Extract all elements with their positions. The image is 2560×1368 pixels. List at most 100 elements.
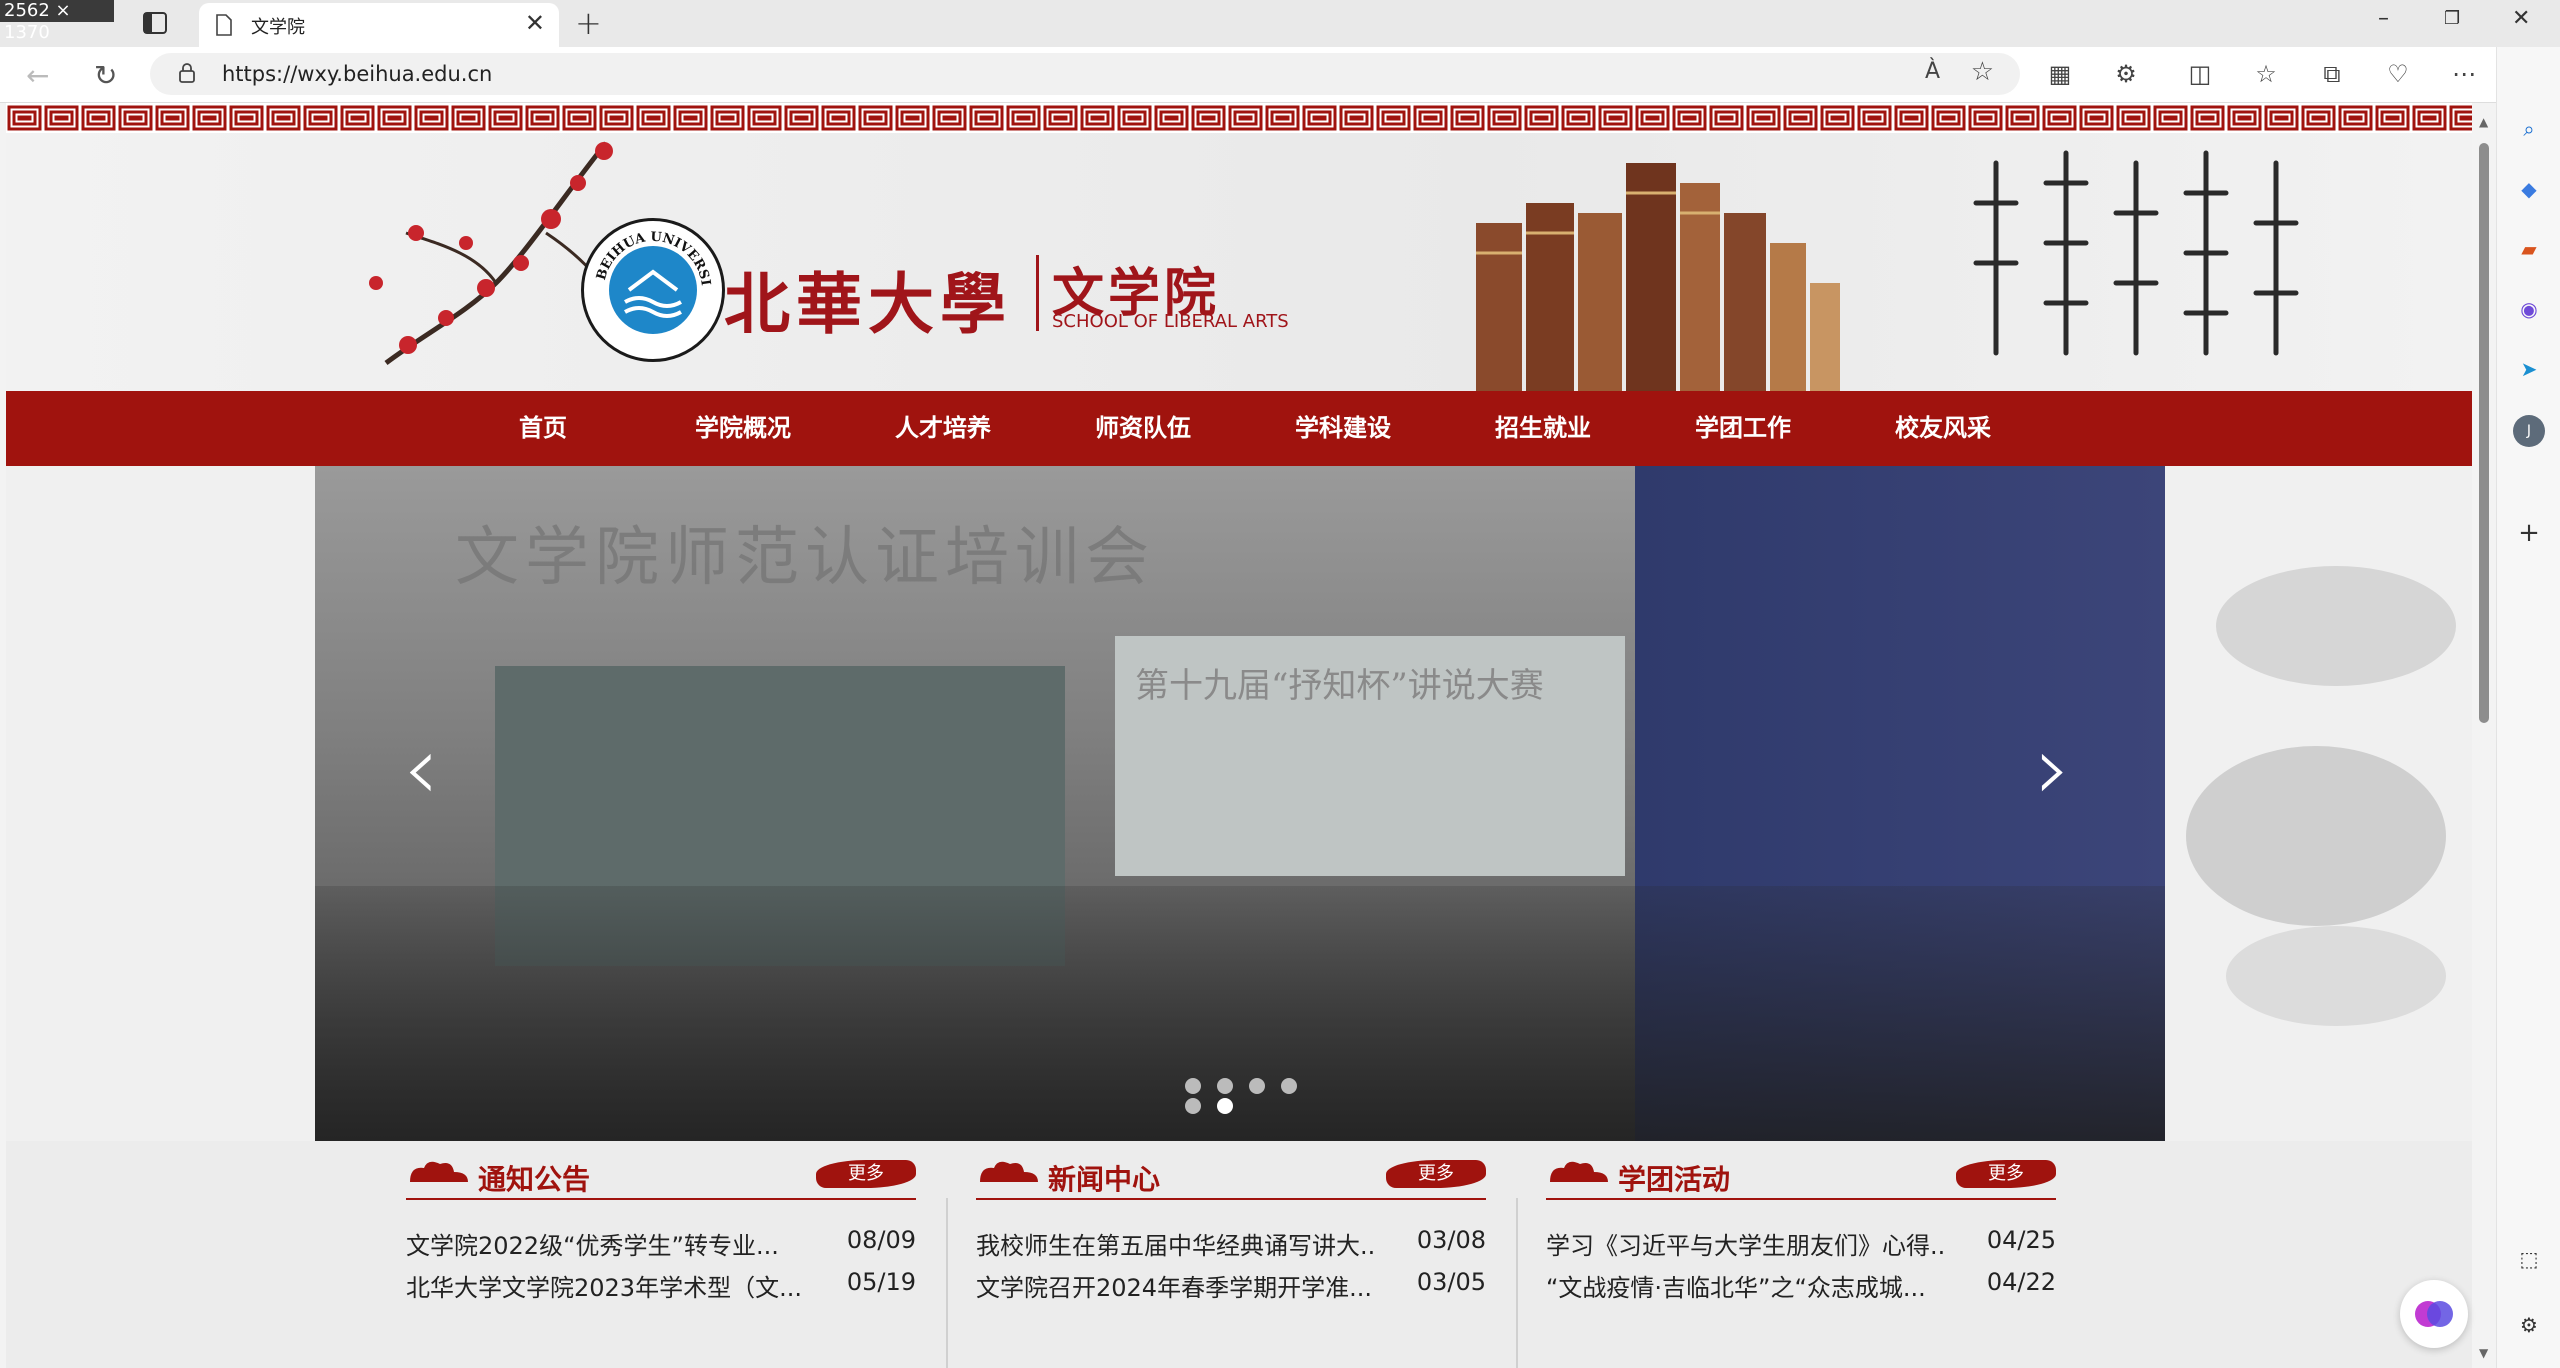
tab-actions-icon[interactable] [140,8,172,40]
news-date: 04/25 [1986,1226,2056,1254]
carousel-dot[interactable] [1217,1078,1233,1094]
section-activities: 学团活动 更多 学习《习近平与大学生朋友们》心得... 04/25 “文战疫情·吉… [1546,1148,2056,1368]
carousel-dot[interactable] [1185,1098,1201,1114]
tab-strip: 文学院 ✕ + – ❐ ✕ [0,0,2560,47]
section-header: 新闻中心 更多 [976,1148,1486,1200]
send-icon[interactable]: ➤ [2513,353,2545,385]
more-icon[interactable]: ⋯ [2450,60,2478,88]
reading-view-icon[interactable]: ▦ [2046,60,2074,88]
carousel-dot[interactable] [1249,1078,1265,1094]
section-header: 通知公告 更多 [406,1148,916,1200]
news-item[interactable]: 文学院召开2024年春季学期开学准... 03/05 [976,1268,1486,1308]
new-tab-button[interactable]: + [575,4,602,42]
section-news: 新闻中心 更多 我校师生在第五届中华经典诵写讲大... 03/08 文学院召开20… [976,1148,1486,1368]
collections-icon[interactable]: ⧉ [2318,60,2346,88]
scroll-up-arrow[interactable]: ▲ [2479,115,2488,129]
nav-item-student-work[interactable]: 学团工作 [1663,391,1823,466]
nav-item-alumni[interactable]: 校友风采 [1863,391,2023,466]
nav-item-about[interactable]: 学院概况 [663,391,823,466]
minimize-button[interactable]: – [2378,6,2389,31]
performance-icon[interactable]: ♡ [2384,60,2412,88]
office-icon[interactable]: ◉ [2513,293,2545,325]
favorites-icon[interactable]: ☆ [2252,60,2280,88]
main-navigation: 首页 学院概况 人才培养 师资队伍 学科建设 招生就业 学团工作 校友风采 [6,391,2472,466]
carousel-prev-arrow[interactable]: ‹ [403,716,439,821]
screen-text: 第十九届“抒知杯”讲说大赛 [1135,666,1544,706]
browser-toolbar: ← ↻ https://wxy.beihua.edu.cn À ☆ ▦ ⚙ ◫… [0,47,2560,103]
more-button[interactable]: 更多 [1956,1160,2056,1188]
image-carousel: 第十九届“抒知杯”讲说大赛 文学院师范认证培训会 ‹ › [6,466,2472,1141]
back-icon[interactable]: ← [26,59,49,92]
university-logo: BEIHUA UNIVERSITY [581,218,725,362]
tools-icon[interactable]: ▰ [2513,233,2545,265]
news-item[interactable]: 学习《习近平与大学生朋友们》心得... 04/25 [1546,1226,2056,1266]
browser-tab[interactable]: 文学院 ✕ [199,3,559,47]
projection-screen: 第十九届“抒知杯”讲说大赛 [1115,636,1625,876]
nav-item-education[interactable]: 人才培养 [863,391,1023,466]
browser-sidebar: ⌕ ◆ ▰ ◉ ➤ J + ⬚ ⚙ [2496,47,2560,1368]
cloud-ornament-icon [980,1161,1038,1182]
settings-icon[interactable]: ⚙ [2513,1309,2545,1341]
news-item[interactable]: 我校师生在第五届中华经典诵写讲大... 03/08 [976,1226,1486,1266]
title-divider [1036,255,1039,331]
news-title[interactable]: 文学院2022级“优秀学生”转专业... [406,1226,806,1261]
copilot-assistant-button[interactable] [2400,1280,2468,1348]
news-date: 08/09 [846,1226,916,1254]
news-title[interactable]: 我校师生在第五届中华经典诵写讲大... [976,1226,1376,1261]
carousel-dot-active[interactable] [1217,1098,1233,1114]
news-date: 05/19 [846,1268,916,1296]
refresh-icon[interactable]: ↻ [94,59,117,92]
address-bar[interactable]: https://wxy.beihua.edu.cn À ☆ [150,53,2020,95]
section-title[interactable]: 通知公告 [478,1158,590,1198]
more-button[interactable]: 更多 [816,1160,916,1188]
page-scrollbar[interactable]: ▲ ▼ [2474,103,2496,1368]
cloud-ornament-icon [1550,1161,1608,1182]
news-title[interactable]: 文学院召开2024年春季学期开学准... [976,1268,1376,1303]
news-item[interactable]: 文学院2022级“优秀学生”转专业... 08/09 [406,1226,916,1266]
column-separator [946,1198,948,1368]
nav-item-disciplines[interactable]: 学科建设 [1263,391,1423,466]
tab-title: 文学院 [251,17,305,38]
nav-item-faculty[interactable]: 师资队伍 [1063,391,1223,466]
extensions-icon[interactable]: ⚙ [2112,60,2140,88]
more-button[interactable]: 更多 [1386,1160,1486,1188]
carousel-dot[interactable] [1185,1078,1201,1094]
news-title[interactable]: 学习《习近平与大学生朋友们》心得... [1546,1226,1946,1261]
restore-button[interactable]: ❐ [2444,8,2460,29]
scrollbar-thumb[interactable] [2479,143,2489,723]
header-banner: BEIHUA UNIVERSITY 北華大學 文学院 SCHOOL OF LIB… [6,133,2472,391]
section-title[interactable]: 新闻中心 [1048,1158,1160,1198]
split-screen-icon[interactable]: ◫ [2186,60,2214,88]
carousel-slide[interactable]: 第十九届“抒知杯”讲说大赛 文学院师范认证培训会 ‹ › [315,466,2165,1141]
profile-icon[interactable]: J [2513,415,2545,447]
section-title[interactable]: 学团活动 [1618,1158,1730,1198]
search-icon[interactable]: ⌕ [2513,113,2545,145]
favorite-star-icon[interactable]: ☆ [1971,57,1994,87]
nav-item-home[interactable]: 首页 [463,391,623,466]
news-date: 04/22 [1986,1268,2056,1296]
logo-ring-text: BEIHUA UNIVERSITY [584,221,713,287]
lock-icon[interactable] [178,63,196,83]
college-english-name: SCHOOL OF LIBERAL ARTS [1052,311,1289,332]
add-icon[interactable]: + [2513,517,2545,549]
url-text[interactable]: https://wxy.beihua.edu.cn [222,62,492,86]
carousel-next-arrow[interactable]: › [2035,716,2071,821]
carousel-dots [1185,1078,1305,1118]
nav-item-admissions[interactable]: 招生就业 [1463,391,1623,466]
news-title[interactable]: “文战疫情·吉临北华”之“众志成城... [1546,1268,1946,1303]
news-title[interactable]: 北华大学文学院2023年学术型（文... [406,1268,806,1303]
carousel-dot[interactable] [1281,1078,1297,1094]
news-item[interactable]: 北华大学文学院2023年学术型（文... 05/19 [406,1268,916,1308]
column-separator [1516,1198,1518,1368]
news-date: 03/08 [1416,1226,1486,1254]
read-aloud-icon[interactable]: À [1925,59,1940,84]
screenshot-icon[interactable]: ⬚ [2513,1243,2545,1275]
shopping-icon[interactable]: ◆ [2513,173,2545,205]
close-window-button[interactable]: ✕ [2512,6,2530,31]
tab-close-icon[interactable]: ✕ [525,9,545,37]
news-item[interactable]: “文战疫情·吉临北华”之“众志成城... 04/22 [1546,1268,2056,1308]
section-notices: 通知公告 更多 文学院2022级“优秀学生”转专业... 08/09 北华大学文学… [406,1148,916,1368]
slide-title: 文学院师范认证培训会 [455,521,1155,595]
scroll-down-arrow[interactable]: ▼ [2479,1346,2488,1360]
books-illustration [1476,163,1840,391]
